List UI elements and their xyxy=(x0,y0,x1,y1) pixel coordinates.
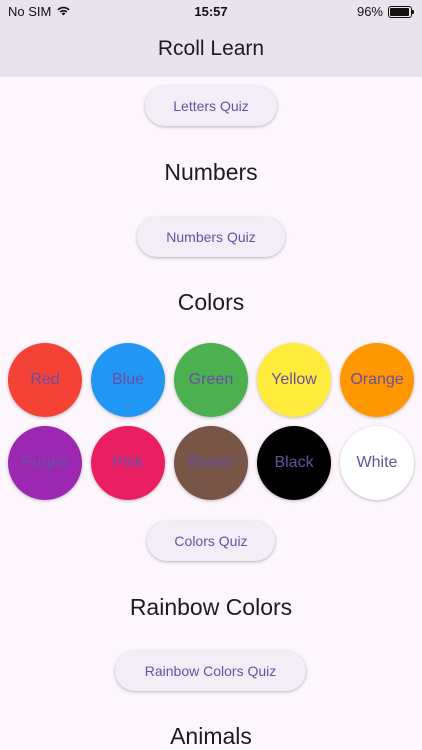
letters-quiz-button[interactable]: Letters Quiz xyxy=(145,86,277,126)
color-button-green[interactable]: Green xyxy=(174,343,248,417)
color-button-black[interactable]: Black xyxy=(257,426,331,500)
app-title: Rcoll Learn xyxy=(157,37,265,60)
rainbow-colors-quiz-button[interactable]: Rainbow Colors Quiz xyxy=(115,651,306,691)
animals-title: Animals xyxy=(170,723,252,749)
battery-icon xyxy=(388,5,414,18)
rainbow-colors-title: Rainbow Colors xyxy=(129,594,293,620)
colors-quiz-button[interactable]: Colors Quiz xyxy=(147,521,275,561)
colors-title: Colors xyxy=(177,289,245,315)
numbers-title: Numbers xyxy=(164,159,258,185)
color-button-blue[interactable]: Blue xyxy=(91,343,165,417)
color-button-purple[interactable]: Purple xyxy=(8,426,82,500)
color-button-red[interactable]: Red xyxy=(8,343,82,417)
main-content[interactable]: Letters Quiz Numbers Numbers Quiz Colors… xyxy=(0,77,422,750)
color-button-white[interactable]: White xyxy=(340,426,414,500)
battery-percent: 96% xyxy=(356,4,383,19)
status-right: 96% xyxy=(356,4,414,19)
numbers-quiz-button[interactable]: Numbers Quiz xyxy=(137,217,285,257)
color-button-yellow[interactable]: Yellow xyxy=(257,343,331,417)
status-bar: No SIM 15:57 96% xyxy=(0,0,422,24)
color-button-brown[interactable]: Brown xyxy=(174,426,248,500)
color-button-orange[interactable]: Orange xyxy=(340,343,414,417)
color-button-pink[interactable]: Pink xyxy=(91,426,165,500)
battery-fill xyxy=(390,7,409,16)
app-bar: Rcoll Learn xyxy=(0,24,422,77)
